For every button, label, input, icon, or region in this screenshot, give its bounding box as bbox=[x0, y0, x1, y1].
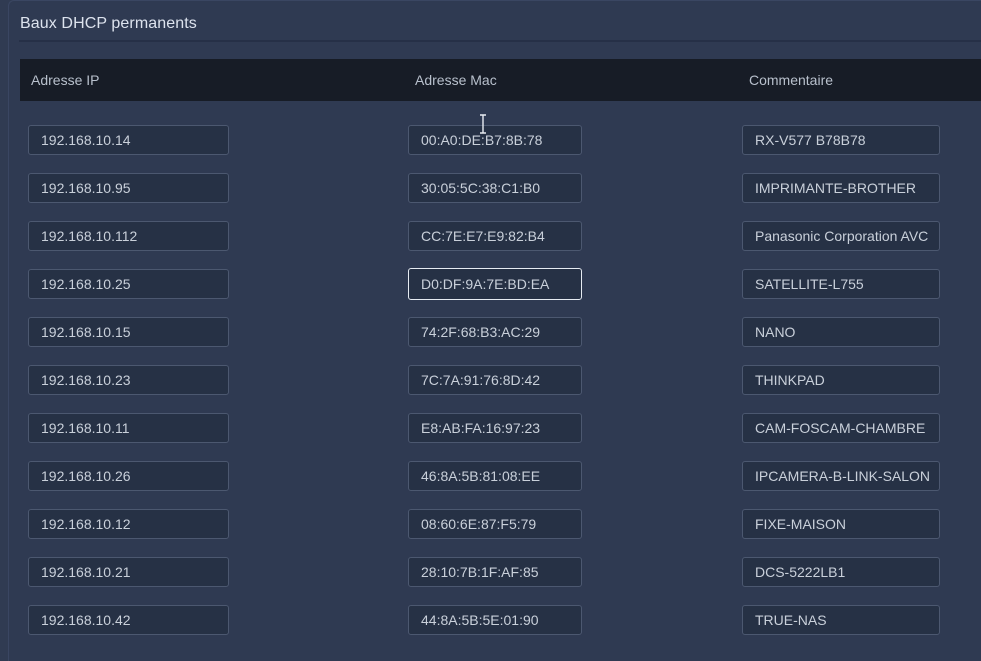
mac-address-field[interactable]: 74:2F:68:B3:AC:29 bbox=[408, 317, 582, 347]
ip-address-field[interactable]: 192.168.10.12 bbox=[28, 509, 229, 539]
ip-address-field[interactable]: 192.168.10.23 bbox=[28, 365, 229, 395]
mac-address-field[interactable]: 7C:7A:91:76:8D:42 bbox=[408, 365, 582, 395]
table-header: Adresse IP Adresse Mac Commentaire bbox=[20, 59, 981, 101]
table-row: 192.168.10.15 74:2F:68:B3:AC:29 NANO bbox=[0, 317, 981, 365]
comment-field[interactable]: CAM-FOSCAM-CHAMBRE bbox=[742, 413, 940, 443]
ip-address-field[interactable]: 192.168.10.15 bbox=[28, 317, 229, 347]
table-row: 192.168.10.25 D0:DF:9A:7E:BD:EA SATELLIT… bbox=[0, 268, 981, 317]
column-header-ip: Adresse IP bbox=[31, 72, 100, 88]
panel-title: Baux DHCP permanents bbox=[20, 15, 197, 32]
mac-address-field-focused[interactable]: D0:DF:9A:7E:BD:EA bbox=[408, 268, 582, 300]
text-cursor-icon bbox=[480, 114, 486, 134]
table-row: 192.168.10.21 28:10:7B:1F:AF:85 DCS-5222… bbox=[0, 557, 981, 605]
comment-field[interactable]: FIXE-MAISON bbox=[742, 509, 940, 539]
comment-field[interactable]: RX-V577 B78B78 bbox=[742, 125, 940, 155]
title-divider bbox=[19, 40, 981, 42]
ip-address-field[interactable]: 192.168.10.21 bbox=[28, 557, 229, 587]
mac-address-field[interactable]: 28:10:7B:1F:AF:85 bbox=[408, 557, 582, 587]
column-header-comment: Commentaire bbox=[749, 72, 834, 88]
mac-address-field[interactable]: CC:7E:E7:E9:82:B4 bbox=[408, 221, 582, 251]
column-header-mac: Adresse Mac bbox=[415, 72, 497, 88]
table-row: 192.168.10.26 46:8A:5B:81:08:EE IPCAMERA… bbox=[0, 461, 981, 509]
mac-address-field[interactable]: 44:8A:5B:5E:01:90 bbox=[408, 605, 582, 635]
mac-address-field[interactable]: 00:A0:DE:B7:8B:78 bbox=[408, 125, 582, 155]
table-row: 192.168.10.23 7C:7A:91:76:8D:42 THINKPAD bbox=[0, 365, 981, 413]
table-row: 192.168.10.112 CC:7E:E7:E9:82:B4 Panason… bbox=[0, 221, 981, 269]
comment-field[interactable]: DCS-5222LB1 bbox=[742, 557, 940, 587]
table-row: 192.168.10.11 E8:AB:FA:16:97:23 CAM-FOSC… bbox=[0, 413, 981, 461]
ip-address-field[interactable]: 192.168.10.11 bbox=[28, 413, 229, 443]
ip-address-field[interactable]: 192.168.10.14 bbox=[28, 125, 229, 155]
comment-field[interactable]: THINKPAD bbox=[742, 365, 940, 395]
comment-field[interactable]: NANO bbox=[742, 317, 940, 347]
mac-address-field[interactable]: 30:05:5C:38:C1:B0 bbox=[408, 173, 582, 203]
comment-field[interactable]: IMPRIMANTE-BROTHER bbox=[742, 173, 940, 203]
comment-field[interactable]: SATELLITE-L755 bbox=[742, 269, 940, 299]
ip-address-field[interactable]: 192.168.10.26 bbox=[28, 461, 229, 491]
ip-address-field[interactable]: 192.168.10.25 bbox=[28, 269, 229, 299]
ip-address-field[interactable]: 192.168.10.95 bbox=[28, 173, 229, 203]
comment-field[interactable]: IPCAMERA-B-LINK-SALON bbox=[742, 461, 940, 491]
mac-address-field[interactable]: 08:60:6E:87:F5:79 bbox=[408, 509, 582, 539]
ip-address-field[interactable]: 192.168.10.112 bbox=[28, 221, 229, 251]
ip-address-field[interactable]: 192.168.10.42 bbox=[28, 605, 229, 635]
table-row: 192.168.10.42 44:8A:5B:5E:01:90 TRUE-NAS bbox=[0, 605, 981, 653]
table-row: 192.168.10.12 08:60:6E:87:F5:79 FIXE-MAI… bbox=[0, 509, 981, 557]
table-row: 192.168.10.14 00:A0:DE:B7:8B:78 RX-V577 … bbox=[0, 125, 981, 173]
mac-address-field[interactable]: E8:AB:FA:16:97:23 bbox=[408, 413, 582, 443]
mac-address-field[interactable]: 46:8A:5B:81:08:EE bbox=[408, 461, 582, 491]
table-row: 192.168.10.95 30:05:5C:38:C1:B0 IMPRIMAN… bbox=[0, 173, 981, 221]
comment-field[interactable]: Panasonic Corporation AVC bbox=[742, 221, 940, 251]
comment-field[interactable]: TRUE-NAS bbox=[742, 605, 940, 635]
